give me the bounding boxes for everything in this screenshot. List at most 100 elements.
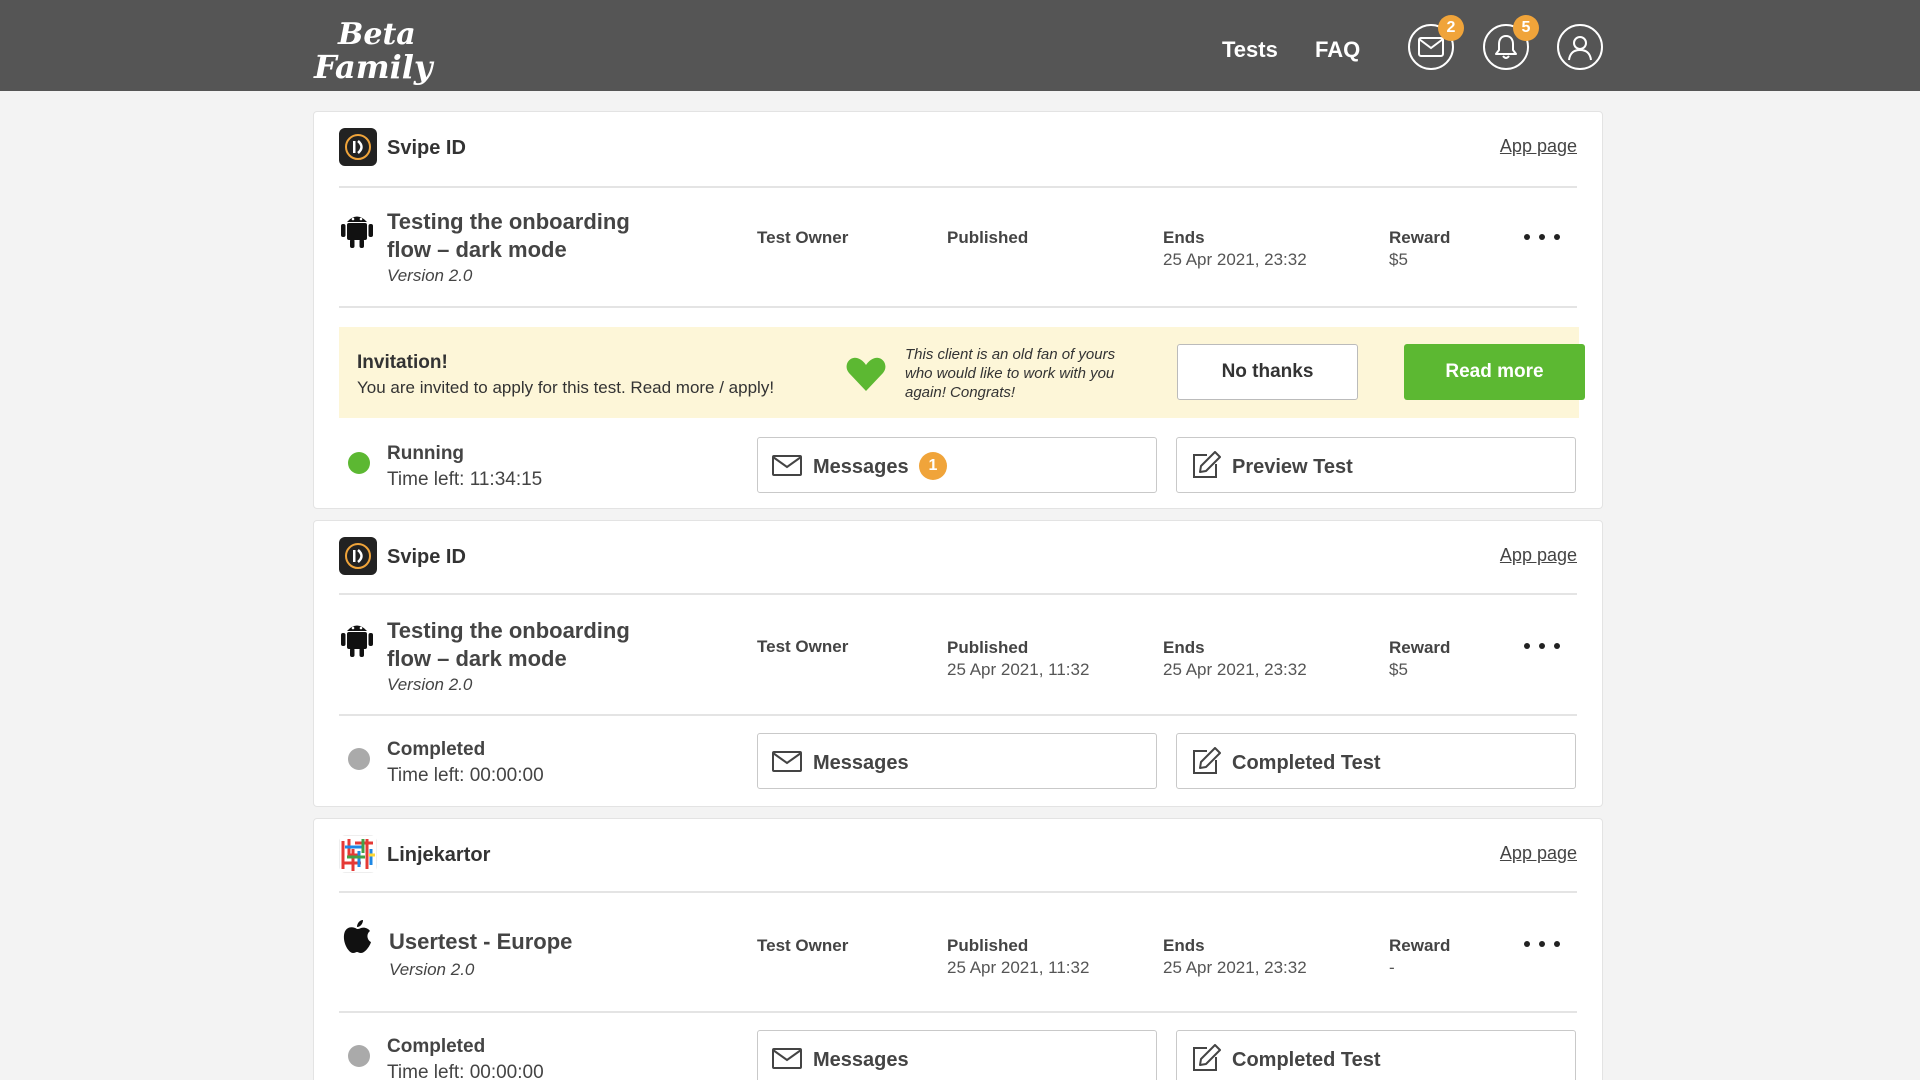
nav-faq-link[interactable]: FAQ <box>1315 37 1360 63</box>
published-label: Published <box>947 936 1029 955</box>
user-icon <box>1568 36 1592 61</box>
more-icon <box>1524 234 1530 240</box>
more-icon <box>1524 643 1530 649</box>
messages-count-badge: 1 <box>919 452 947 480</box>
invitation-note: This client is an old fan of yours who w… <box>905 346 1116 401</box>
mail-icon <box>1418 37 1444 57</box>
divider <box>339 306 1577 308</box>
test-title[interactable]: Usertest - Europe <box>389 928 659 956</box>
invitation-banner: Invitation! You are invited to apply for… <box>339 327 1585 418</box>
time-left: Time left: 00:00:00 <box>387 765 544 786</box>
reward-value: $5 <box>1389 250 1408 269</box>
test-card: Svipe ID App page Testing the onboarding… <box>313 111 1603 509</box>
edit-icon <box>1193 747 1221 774</box>
ends-value: 25 Apr 2021, 23:32 <box>1163 660 1307 679</box>
published-value: 25 Apr 2021, 11:32 <box>947 660 1090 679</box>
completed-test-label: Completed Test <box>1232 752 1381 774</box>
time-left: Time left: 00:00:00 <box>387 1062 544 1080</box>
more-options-button[interactable] <box>1520 634 1564 658</box>
android-icon <box>341 216 373 248</box>
top-navigation-bar: Beta Family Tests FAQ 2 5 <box>0 0 1920 91</box>
divider <box>339 891 1577 893</box>
mail-icon <box>772 455 802 476</box>
ends-label: Ends <box>1163 936 1205 955</box>
android-icon <box>341 625 373 657</box>
read-more-button[interactable]: Read more <box>1404 344 1585 400</box>
messages-button[interactable]: 2 <box>1408 15 1464 70</box>
no-thanks-button[interactable]: No thanks <box>1177 344 1358 400</box>
reward-label: Reward <box>1389 228 1451 247</box>
messages-label: Messages <box>813 1049 909 1071</box>
svg-text:Beta: Beta <box>337 17 416 52</box>
reward-value: - <box>1389 958 1395 977</box>
bell-icon <box>1495 35 1517 59</box>
app-page-link[interactable]: App page <box>1500 136 1577 157</box>
preview-test-button[interactable]: Preview Test <box>1176 437 1576 493</box>
app-name: Linjekartor <box>387 844 491 866</box>
test-version: Version 2.0 <box>387 675 473 694</box>
app-page-link[interactable]: App page <box>1500 545 1577 566</box>
reward-label: Reward <box>1389 936 1451 955</box>
test-title[interactable]: Testing the onboarding flow – dark mode <box>387 208 657 264</box>
app-header: Svipe ID App page <box>339 537 1577 577</box>
nav-tests-link[interactable]: Tests <box>1222 37 1278 63</box>
status-indicator <box>348 452 370 474</box>
messages-button[interactable]: Messages <box>757 1030 1157 1080</box>
edit-icon <box>1193 1044 1221 1071</box>
ends-value: 25 Apr 2021, 23:32 <box>1163 250 1307 269</box>
heart-icon <box>846 357 886 391</box>
test-card: Svipe ID App page Testing the onboarding… <box>313 520 1603 807</box>
test-owner-label: Test Owner <box>757 228 849 247</box>
beta-family-logo[interactable]: Beta Family <box>312 12 437 86</box>
preview-test-label: Preview Test <box>1232 456 1353 478</box>
app-name: Svipe ID <box>387 546 466 568</box>
published-label: Published <box>947 228 1029 247</box>
test-owner-label: Test Owner <box>757 637 849 656</box>
invitation-text: You are invited to apply for this test. … <box>357 378 775 397</box>
more-options-button[interactable] <box>1520 932 1564 956</box>
messages-button[interactable]: Messages 1 <box>757 437 1157 493</box>
profile-button[interactable] <box>1557 24 1603 70</box>
svipe-id-app-icon <box>339 537 377 575</box>
app-name: Svipe ID <box>387 137 466 159</box>
invitation-title: Invitation! <box>357 352 448 373</box>
completed-test-button[interactable]: Completed Test <box>1176 733 1576 789</box>
divider <box>339 714 1577 716</box>
messages-label: Messages <box>813 456 909 478</box>
time-left: Time left: 11:34:15 <box>387 469 543 490</box>
published-value: 25 Apr 2021, 11:32 <box>947 958 1090 977</box>
ends-label: Ends <box>1163 638 1205 657</box>
notifications-button[interactable]: 5 <box>1483 15 1539 70</box>
app-page-link[interactable]: App page <box>1500 843 1577 864</box>
edit-icon <box>1193 451 1221 478</box>
test-version: Version 2.0 <box>389 960 475 979</box>
completed-test-button[interactable]: Completed Test <box>1176 1030 1576 1080</box>
more-icon <box>1524 941 1530 947</box>
ends-label: Ends <box>1163 228 1205 247</box>
ends-value: 25 Apr 2021, 23:32 <box>1163 958 1307 977</box>
status-label: Completed <box>387 739 486 760</box>
test-owner-label: Test Owner <box>757 936 849 955</box>
messages-label: Messages <box>813 752 909 774</box>
divider <box>339 186 1577 188</box>
messages-button[interactable]: Messages <box>757 733 1157 789</box>
notification-count-badge: 5 <box>1513 15 1539 41</box>
test-title[interactable]: Testing the onboarding flow – dark mode <box>387 617 657 673</box>
published-label: Published <box>947 638 1029 657</box>
apple-icon <box>343 920 371 953</box>
reward-label: Reward <box>1389 638 1451 657</box>
linjekartor-app-icon <box>339 835 377 873</box>
svipe-id-app-icon <box>339 128 377 166</box>
status-indicator <box>348 1045 370 1067</box>
divider <box>339 593 1577 595</box>
test-version: Version 2.0 <box>387 266 473 285</box>
status-label: Completed <box>387 1036 486 1057</box>
mail-icon <box>772 751 802 772</box>
test-card: Linjekartor App page Usertest - Europe V… <box>313 818 1603 1080</box>
status-indicator <box>348 748 370 770</box>
mail-icon <box>772 1048 802 1069</box>
app-header: Svipe ID App page <box>339 128 1577 168</box>
divider <box>339 1011 1577 1013</box>
svg-text:Family: Family <box>313 48 435 86</box>
more-options-button[interactable] <box>1520 225 1564 249</box>
